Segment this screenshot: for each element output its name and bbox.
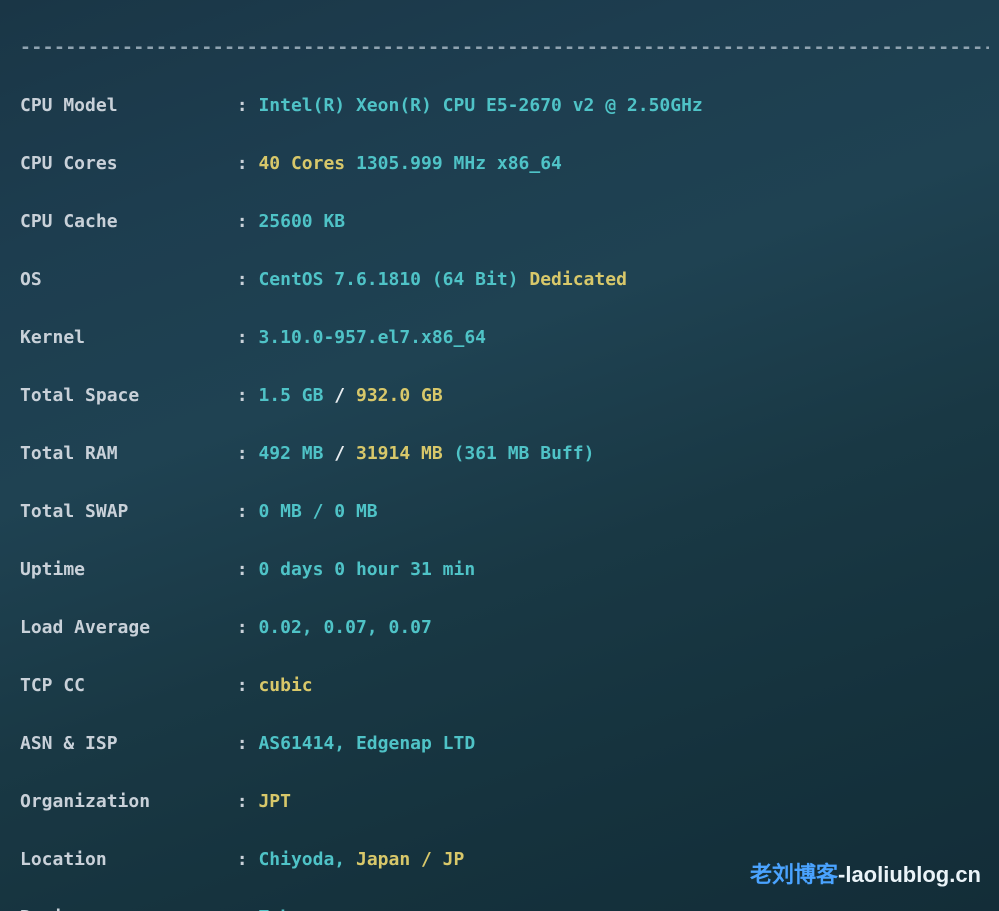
load-average-row: Load Average : 0.02, 0.07, 0.07 xyxy=(20,613,989,642)
region-row: Region : Tokyo xyxy=(20,903,989,911)
terminal-output: ----------------------------------------… xyxy=(0,0,999,911)
cpu-cores-row: CPU Cores : 40 Cores 1305.999 MHz x86_64 xyxy=(20,149,989,178)
watermark: 老刘博客-laoliublog.cn xyxy=(750,860,981,889)
divider: ----------------------------------------… xyxy=(20,33,989,62)
cpu-model-row: CPU Model : Intel(R) Xeon(R) CPU E5-2670… xyxy=(20,91,989,120)
total-swap-row: Total SWAP : 0 MB / 0 MB xyxy=(20,497,989,526)
uptime-row: Uptime : 0 days 0 hour 31 min xyxy=(20,555,989,584)
total-space-row: Total Space : 1.5 GB / 932.0 GB xyxy=(20,381,989,410)
os-row: OS : CentOS 7.6.1810 (64 Bit) Dedicated xyxy=(20,265,989,294)
kernel-row: Kernel : 3.10.0-957.el7.x86_64 xyxy=(20,323,989,352)
organization-row: Organization : JPT xyxy=(20,787,989,816)
cpu-cache-row: CPU Cache : 25600 KB xyxy=(20,207,989,236)
asn-isp-row: ASN & ISP : AS61414, Edgenap LTD xyxy=(20,729,989,758)
tcp-cc-row: TCP CC : cubic xyxy=(20,671,989,700)
value: Intel(R) Xeon(R) CPU E5-2670 v2 @ 2.50GH… xyxy=(258,95,702,116)
total-ram-row: Total RAM : 492 MB / 31914 MB (361 MB Bu… xyxy=(20,439,989,468)
label: CPU Model xyxy=(20,95,237,116)
